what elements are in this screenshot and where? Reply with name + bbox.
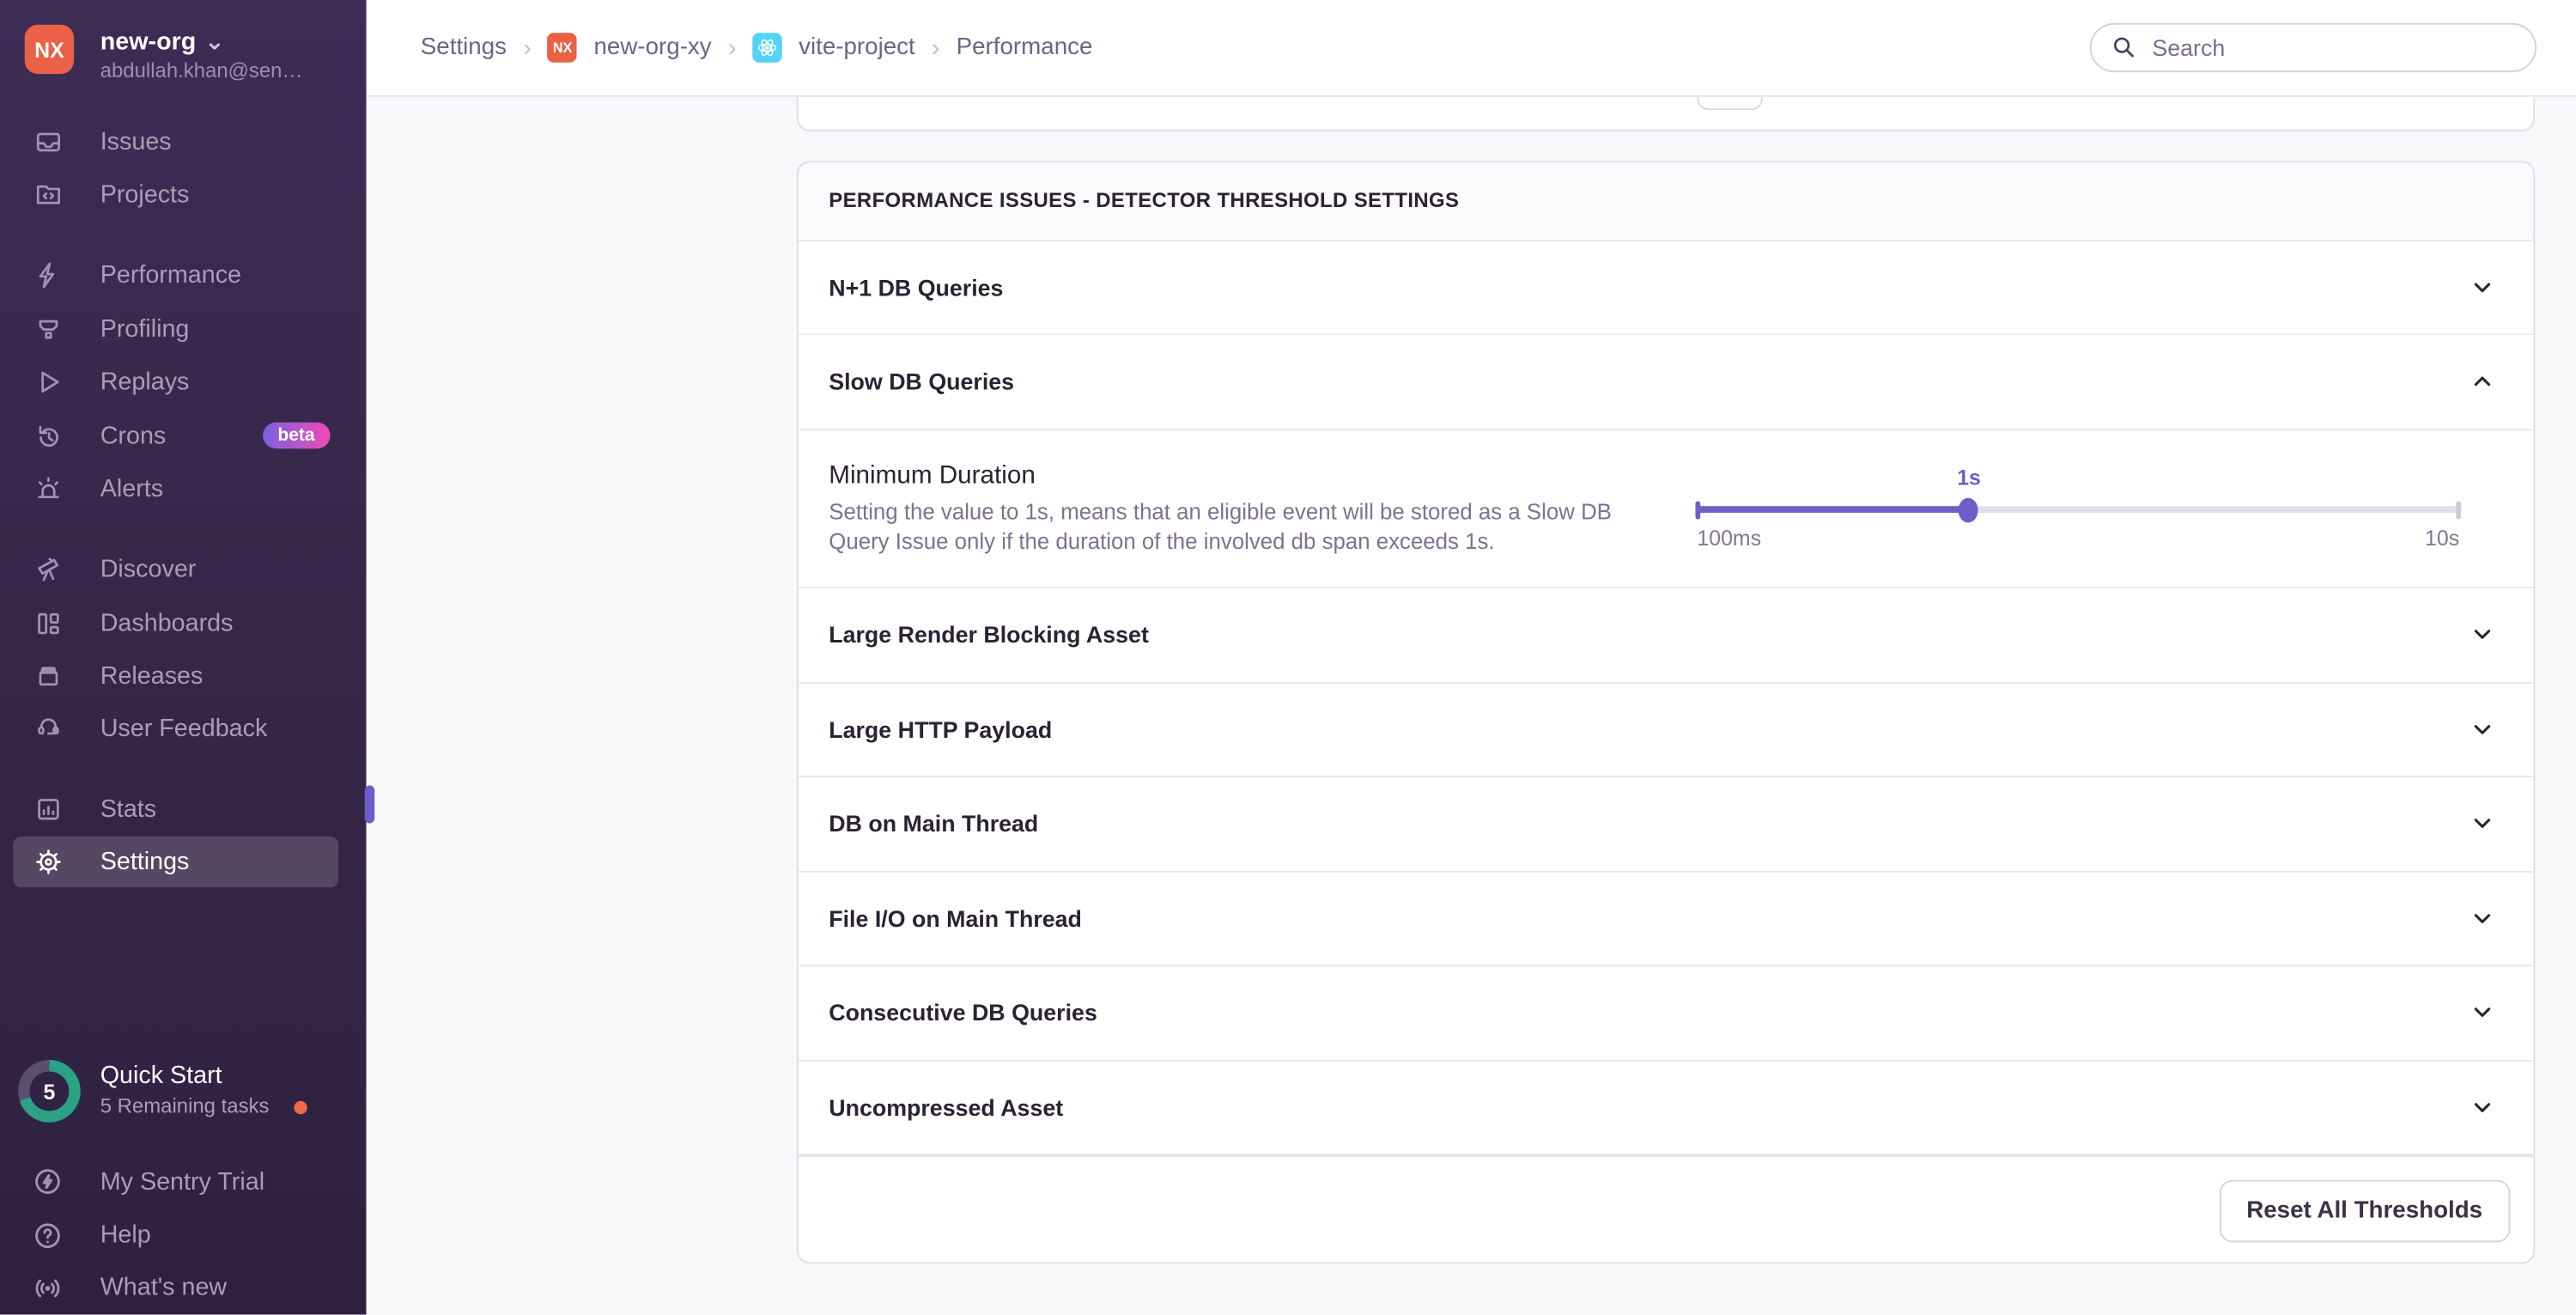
- previous-card-fragment: [796, 95, 2535, 132]
- slider-range-labels: 100ms 10s: [1697, 525, 2459, 550]
- quick-start-count: 5: [29, 1071, 70, 1111]
- search-input[interactable]: [2148, 32, 2500, 62]
- search-box: [2089, 21, 2537, 72]
- slider-fill: [1697, 506, 1969, 513]
- quick-start-label: Quick Start: [100, 1061, 222, 1090]
- sidebar-item-alerts[interactable]: Alerts: [0, 463, 367, 515]
- react-project-icon: [752, 33, 782, 63]
- trial-bolt-icon: [33, 1166, 62, 1196]
- org-name: new-org ⌄: [100, 27, 225, 57]
- search-icon: [2111, 34, 2136, 59]
- chevron-down-icon: [2469, 274, 2495, 301]
- breadcrumb-project[interactable]: vite-project: [799, 34, 915, 61]
- reset-all-thresholds-button[interactable]: Reset All Thresholds: [2219, 1179, 2510, 1243]
- slider-max-label: 10s: [2425, 525, 2460, 550]
- panel-title: PERFORMANCE ISSUES - DETECTOR THRESHOLD …: [798, 162, 2533, 241]
- slider-max-cap: [2456, 500, 2462, 519]
- slider-track[interactable]: [1695, 496, 2462, 522]
- chevron-right-icon: ›: [727, 33, 737, 62]
- sidebar-item-replays[interactable]: Replays: [0, 356, 367, 408]
- sidebar-item-help[interactable]: Help: [0, 1208, 367, 1261]
- cut-off-button-fragment[interactable]: [1697, 95, 1763, 110]
- quick-start-progress-ring: 5: [18, 1060, 81, 1123]
- org-avatar: NX: [24, 24, 75, 75]
- sidebar-item-issues[interactable]: Issues: [0, 115, 367, 167]
- org-switcher[interactable]: NX new-org ⌄ abdullah.khan@sen…: [24, 24, 354, 82]
- quick-start-sublabel: 5 Remaining tasks: [100, 1094, 270, 1118]
- sidebar-item-dashboards[interactable]: Dashboards: [0, 597, 367, 649]
- slider-min-cap: [1695, 500, 1701, 519]
- primary-sidebar: NX new-org ⌄ abdullah.khan@sen… Issues Pr…: [0, 0, 367, 1315]
- telescope-icon: [33, 555, 62, 584]
- play-icon: [33, 368, 62, 397]
- quick-start[interactable]: 5 Quick Start 5 Remaining tasks: [0, 1049, 367, 1134]
- dashboard-icon: [33, 608, 62, 637]
- sidebar-item-profiling[interactable]: Profiling: [0, 302, 367, 355]
- sidebar-item-performance[interactable]: Performance: [0, 249, 367, 301]
- minimum-duration-description: Setting the value to 1s, means that an e…: [829, 498, 1612, 553]
- broadcast-icon: [33, 1273, 62, 1302]
- archive-icon: [33, 661, 62, 691]
- accordion-row-slow-db-queries[interactable]: Slow DB Queries: [798, 335, 2533, 430]
- org-email: abdullah.khan@sen…: [100, 58, 303, 82]
- accordion-row-db-on-main-thread[interactable]: DB on Main Thread: [798, 776, 2533, 872]
- bar-chart-icon: [33, 794, 62, 824]
- beta-badge: beta: [263, 422, 330, 449]
- accordion-row-file-io-on-main-thread[interactable]: File I/O on Main Thread: [798, 871, 2533, 967]
- feedback-icon: [33, 714, 62, 743]
- notification-dot: [294, 1100, 307, 1115]
- sidebar-item-discover[interactable]: Discover: [0, 543, 367, 595]
- org-badge: NX: [547, 33, 578, 63]
- breadcrumb-org[interactable]: new-org-xy: [593, 34, 711, 61]
- accordion-row-large-render-blocking-asset[interactable]: Large Render Blocking Asset: [798, 587, 2533, 683]
- sidebar-item-stats[interactable]: Stats: [0, 783, 367, 836]
- slow-db-queries-expanded-section: Minimum Duration Setting the value to 1s…: [798, 429, 2533, 588]
- minimum-duration-label: Minimum Duration: [829, 460, 1036, 490]
- sidebar-item-projects[interactable]: Projects: [0, 168, 367, 221]
- sidebar-item-my-sentry-trial[interactable]: My Sentry Trial: [0, 1155, 367, 1208]
- inbox-icon: [33, 126, 62, 155]
- slider-handle[interactable]: [1958, 496, 1978, 522]
- lightning-icon: [33, 260, 62, 289]
- accordion-row-large-http-payload[interactable]: Large HTTP Payload: [798, 682, 2533, 777]
- chevron-down-icon: [2469, 1000, 2495, 1026]
- sidebar-item-releases[interactable]: Releases: [0, 650, 367, 703]
- slider-current-value: 1s: [1957, 464, 1981, 490]
- chevron-down-icon: ⌄: [204, 27, 225, 57]
- chevron-right-icon: ›: [523, 33, 532, 62]
- profiling-icon: [33, 314, 62, 343]
- breadcrumb-current-page: Performance: [956, 34, 1093, 61]
- panel-footer: Reset All Thresholds: [798, 1155, 2533, 1263]
- sidebar-item-user-feedback[interactable]: User Feedback: [0, 703, 367, 755]
- slider-min-label: 100ms: [1697, 525, 1762, 550]
- top-header: Settings › NX new-org-xy › vite-project …: [366, 0, 2576, 96]
- app-window: NX new-org ⌄ abdullah.khan@sen… Issues Pr…: [0, 0, 2576, 1315]
- accordion-row-n-plus-one-db-queries[interactable]: N+1 DB Queries: [798, 240, 2533, 336]
- subnav-active-indicator: [364, 784, 375, 823]
- sidebar-item-settings[interactable]: Settings: [13, 836, 339, 888]
- help-icon: [33, 1221, 62, 1250]
- breadcrumb: Settings › NX new-org-xy › vite-project …: [421, 0, 1093, 95]
- chevron-down-icon: [2469, 622, 2495, 648]
- chevron-down-icon: [2469, 716, 2495, 743]
- breadcrumb-settings[interactable]: Settings: [421, 34, 507, 61]
- siren-icon: [33, 474, 62, 503]
- chevron-up-icon: [2469, 368, 2495, 395]
- sidebar-item-whats-new[interactable]: What's new: [0, 1261, 367, 1313]
- detector-threshold-panel: PERFORMANCE ISSUES - DETECTOR THRESHOLD …: [796, 161, 2535, 1264]
- accordion-row-consecutive-db-queries[interactable]: Consecutive DB Queries: [798, 966, 2533, 1062]
- chevron-down-icon: [2469, 905, 2495, 932]
- main-content: PERFORMANCE ISSUES - DETECTOR THRESHOLD …: [366, 95, 2576, 1315]
- gear-icon: [33, 847, 62, 876]
- clock-icon: [33, 421, 62, 450]
- chevron-down-icon: [2469, 1094, 2495, 1121]
- minimum-duration-slider: 1s 100ms 10s: [1695, 429, 2462, 588]
- accordion-row-uncompressed-asset[interactable]: Uncompressed Asset: [798, 1061, 2533, 1156]
- folder-code-icon: [33, 180, 62, 210]
- sidebar-item-crons[interactable]: Crons beta: [0, 409, 367, 461]
- chevron-right-icon: ›: [931, 33, 940, 62]
- chevron-down-icon: [2469, 811, 2495, 837]
